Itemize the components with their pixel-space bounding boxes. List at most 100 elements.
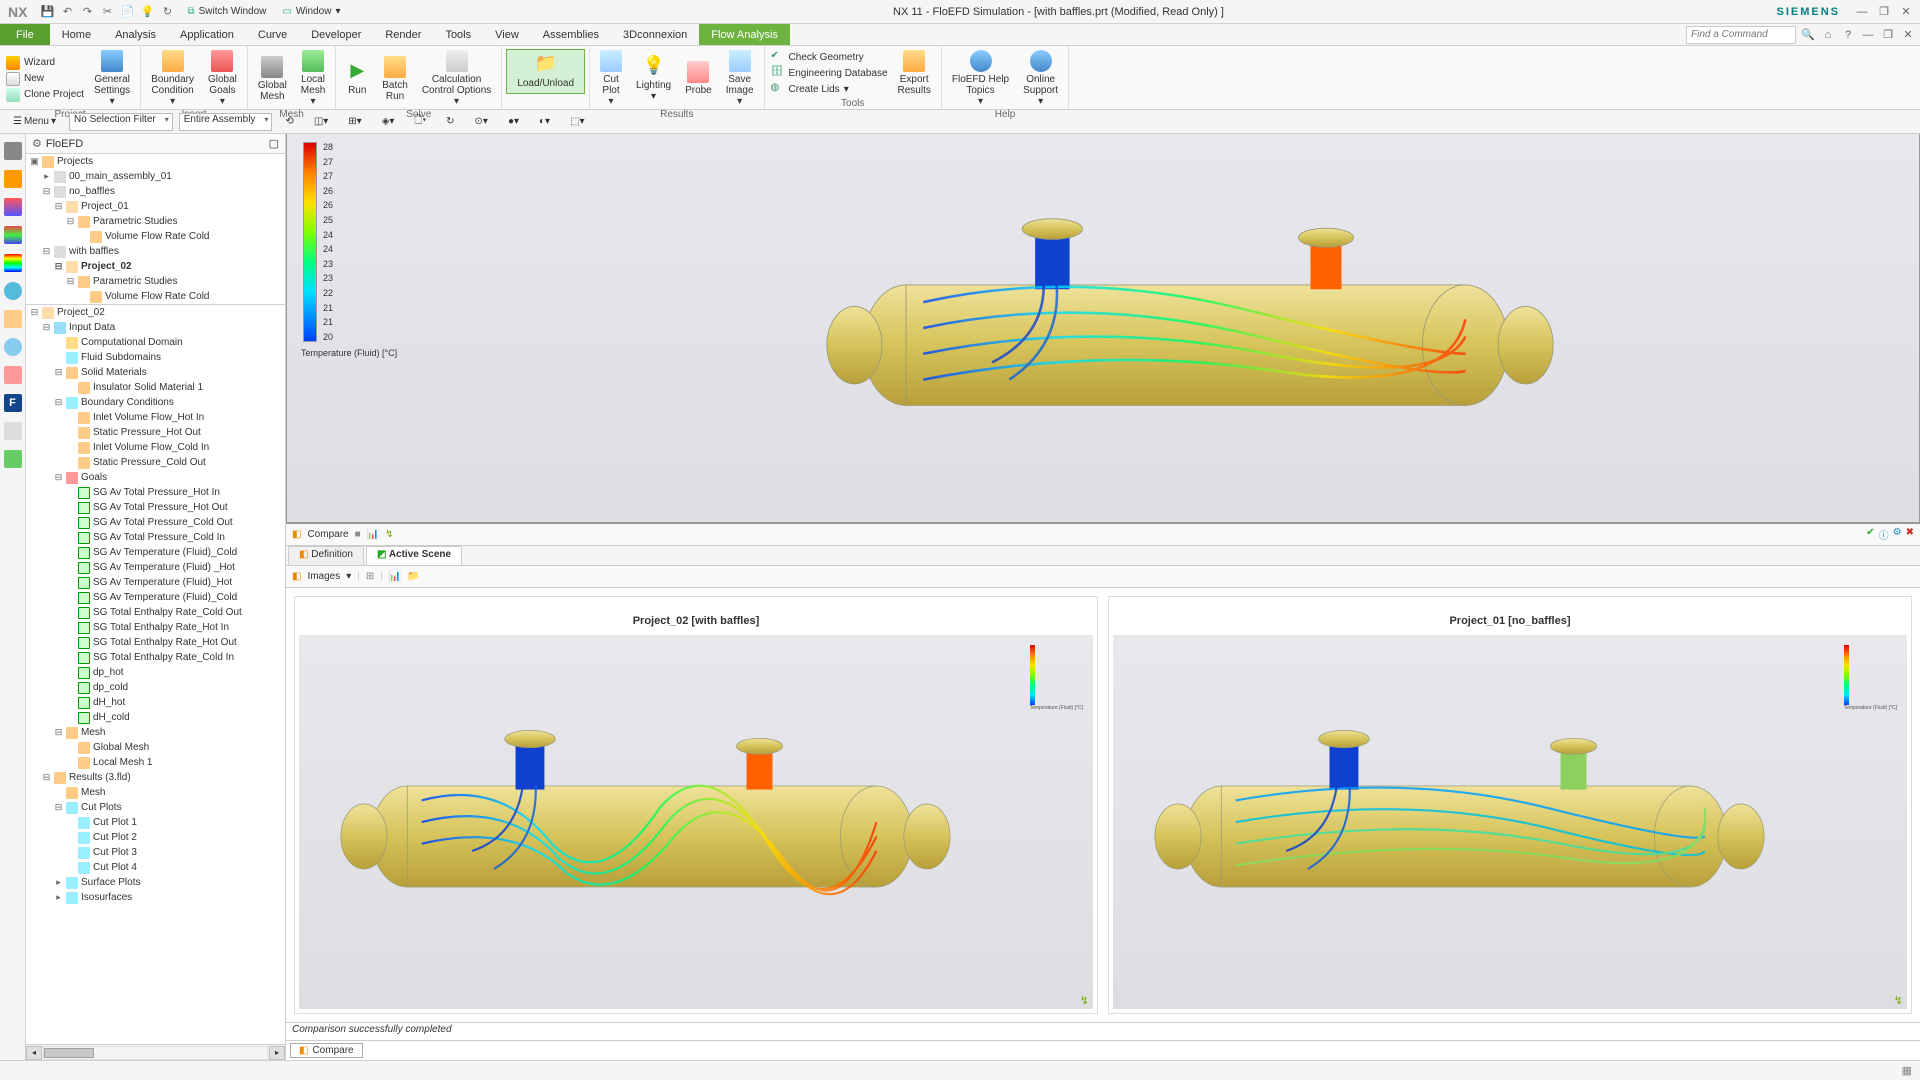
history-icon[interactable] xyxy=(4,310,22,328)
tree-node-root[interactable]: ⊟Project_02 xyxy=(26,305,285,320)
scroll-right-button[interactable]: ▸ xyxy=(269,1046,285,1060)
toolbar-icon[interactable]: 🗋▾ xyxy=(407,111,433,132)
mdi-minimize-icon[interactable]: — xyxy=(1860,27,1876,43)
toolbar-icon[interactable]: ⊙▾ xyxy=(468,114,495,129)
tree-node-results[interactable]: ⊟Results (3.fld) xyxy=(26,770,285,785)
cut-plot-button[interactable]: Cut Plot▾ xyxy=(594,48,628,109)
analysis-tab[interactable]: Analysis xyxy=(103,24,168,45)
tree-node-cut-plot[interactable]: Cut Plot 1 xyxy=(26,815,285,830)
general-settings-button[interactable]: General Settings▾ xyxy=(88,48,136,109)
tree-node-cut-plot[interactable]: Cut Plot 2 xyxy=(26,830,285,845)
minimize-button[interactable]: — xyxy=(1852,3,1872,21)
tree-node-bc[interactable]: ⊟Boundary Conditions xyxy=(26,395,285,410)
wizard-button[interactable]: Wizard xyxy=(6,56,84,70)
tab-definition[interactable]: ◧ Definition xyxy=(288,546,364,565)
color-palette-icon[interactable] xyxy=(4,254,22,272)
search-icon[interactable]: 🔍 xyxy=(1800,27,1816,43)
refresh-icon[interactable]: ↻ xyxy=(159,4,175,20)
tree-node-no-baffles[interactable]: ⊟no_baffles xyxy=(26,184,285,199)
developer-tab[interactable]: Developer xyxy=(299,24,373,45)
tree-node-bc-item[interactable]: Inlet Volume Flow_Cold In xyxy=(26,440,285,455)
tree-node-goal-item[interactable]: SG Av Total Pressure_Cold Out xyxy=(26,515,285,530)
settings-icon[interactable]: ⚙ xyxy=(1893,527,1902,542)
tree-node-mesh[interactable]: ⊟Mesh xyxy=(26,725,285,740)
render-tab[interactable]: Render xyxy=(373,24,433,45)
browser-icon[interactable] xyxy=(4,282,22,300)
tree-node-goal-item[interactable]: SG Total Enthalpy Rate_Cold Out xyxy=(26,605,285,620)
batch-run-button[interactable]: Batch Run xyxy=(376,54,414,104)
tree-node-goal-item[interactable]: SG Av Temperature (Fluid)_Cold xyxy=(26,545,285,560)
tab-active-scene[interactable]: ◩ Active Scene xyxy=(366,546,462,565)
tree-node-cut-plot[interactable]: Cut Plot 3 xyxy=(26,845,285,860)
folder-icon[interactable]: 📁 xyxy=(407,571,419,582)
tree-node-goals[interactable]: ⊟Goals xyxy=(26,470,285,485)
scroll-left-button[interactable]: ◂ xyxy=(26,1046,42,1060)
tree-node-parametric-2[interactable]: ⊟Parametric Studies xyxy=(26,274,285,289)
tree-node-goal-item[interactable]: dp_cold xyxy=(26,680,285,695)
gear-icon[interactable] xyxy=(4,142,22,160)
redo-icon[interactable]: ↷ xyxy=(79,4,95,20)
copy-icon[interactable]: 📄 xyxy=(119,4,135,20)
play-icon[interactable] xyxy=(4,450,22,468)
flow-analysis-tab[interactable]: Flow Analysis xyxy=(699,24,790,45)
tree-node-main-assembly[interactable]: ▸00_main_assembly_01 xyxy=(26,169,285,184)
view-tab[interactable]: View xyxy=(483,24,531,45)
tree-node-goal-item[interactable]: SG Av Temperature (Fluid)_Cold xyxy=(26,590,285,605)
toolbar-icon[interactable]: ◐▾ xyxy=(532,114,557,129)
clone-project-button[interactable]: Clone Project xyxy=(6,88,84,102)
ok-icon[interactable]: ✔ xyxy=(1866,527,1874,542)
run-button[interactable]: ▶Run xyxy=(340,59,374,98)
file-tab[interactable]: File xyxy=(0,24,50,45)
tree-node-project-01[interactable]: ⊟Project_01 xyxy=(26,199,285,214)
tree-node-fluid-sub[interactable]: Fluid Subdomains xyxy=(26,350,285,365)
toolbar-icon[interactable]: ⊞▾ xyxy=(341,114,368,129)
mdi-restore-icon[interactable]: ❐ xyxy=(1880,27,1896,43)
layout-icon[interactable]: ⊞ xyxy=(366,571,374,582)
tree-node-vfr-cold-2[interactable]: Volume Flow Rate Cold xyxy=(26,289,285,304)
home-tab[interactable]: Home xyxy=(50,24,103,45)
refresh-icon[interactable]: ↯ xyxy=(1080,994,1089,1007)
tools-tab[interactable]: Tools xyxy=(433,24,483,45)
compare-cell-image[interactable]: Temperature (Fluid) [°C] ↯ xyxy=(299,635,1093,1009)
tree-node-parametric-1[interactable]: ⊟Parametric Studies xyxy=(26,214,285,229)
save-icon[interactable]: 💾 xyxy=(39,4,55,20)
global-mesh-button[interactable]: Global Mesh xyxy=(252,54,293,104)
tree-node-goal-item[interactable]: dH_cold xyxy=(26,710,285,725)
toolbar-icon[interactable]: ◈▾ xyxy=(375,114,402,129)
tree-hscrollbar[interactable]: ◂ ▸ xyxy=(26,1044,285,1060)
window-dropdown[interactable]: ▭ Window ▾ xyxy=(274,6,348,17)
info-icon[interactable]: ⓘ xyxy=(1879,527,1889,542)
tree-node-goal-item[interactable]: SG Total Enthalpy Rate_Cold In xyxy=(26,650,285,665)
boundary-condition-button[interactable]: Boundary Condition▾ xyxy=(145,48,200,109)
scroll-thumb[interactable] xyxy=(44,1048,94,1058)
chevron-down-icon[interactable]: ▾ xyxy=(346,571,351,582)
gear-icon[interactable]: ⚙ xyxy=(32,137,42,150)
tree-node-goal-item[interactable]: SG Av Temperature (Fluid)_Hot xyxy=(26,575,285,590)
tree-node-goal-item[interactable]: SG Av Total Pressure_Cold In xyxy=(26,530,285,545)
export-results-button[interactable]: Export Results xyxy=(892,48,937,98)
stop-icon[interactable]: ■ xyxy=(355,529,361,540)
check-geometry-button[interactable]: ✔Check Geometry xyxy=(771,50,888,64)
tree-node-surface-plots[interactable]: ▸Surface Plots xyxy=(26,875,285,890)
toolbar-icon[interactable]: ●▾ xyxy=(501,114,526,129)
toolbar-icon[interactable]: ⟲ xyxy=(278,114,300,129)
tree-node-goal-item[interactable]: dH_hot xyxy=(26,695,285,710)
close-button[interactable]: ✕ xyxy=(1896,3,1916,21)
application-tab[interactable]: Application xyxy=(168,24,246,45)
tree-node-goal-item[interactable]: SG Av Temperature (Fluid) _Hot xyxy=(26,560,285,575)
tree-node-bc-item[interactable]: Static Pressure_Hot Out xyxy=(26,425,285,440)
tree-scroll[interactable]: ▣Projects ▸00_main_assembly_01 ⊟no_baffl… xyxy=(26,154,285,1044)
help-topics-button[interactable]: FloEFD Help Topics▾ xyxy=(946,48,1015,109)
clock-icon[interactable] xyxy=(4,338,22,356)
assembly-navigator-icon[interactable] xyxy=(4,198,22,216)
hint-icon[interactable]: 💡 xyxy=(139,4,155,20)
constraint-navigator-icon[interactable] xyxy=(4,226,22,244)
help-icon[interactable]: ? xyxy=(1840,27,1856,43)
toolbar-icon[interactable]: ↻ xyxy=(439,114,461,129)
tree-node-solid-mat[interactable]: ⊟Solid Materials xyxy=(26,365,285,380)
global-goals-button[interactable]: Global Goals▾ xyxy=(202,48,243,109)
restore-button[interactable]: ❐ xyxy=(1874,3,1894,21)
load-unload-button[interactable]: 📁Load/Unload xyxy=(506,49,585,94)
tree-node-goal-item[interactable]: SG Av Total Pressure_Hot In xyxy=(26,485,285,500)
probe-button[interactable]: Probe xyxy=(679,59,718,98)
